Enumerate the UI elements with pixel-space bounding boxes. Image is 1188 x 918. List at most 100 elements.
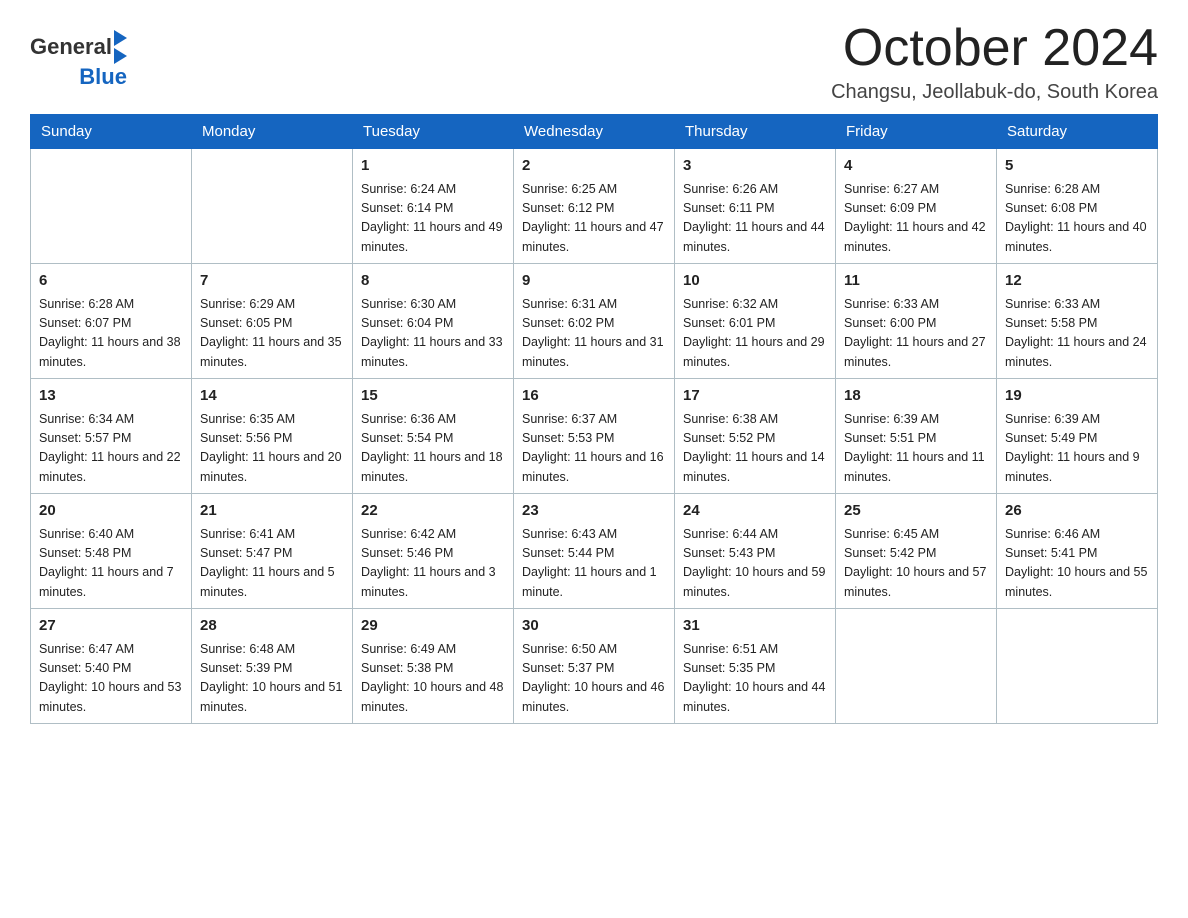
table-row: [997, 609, 1158, 724]
table-row: 28Sunrise: 6:48 AMSunset: 5:39 PMDayligh…: [192, 609, 353, 724]
table-row: 2Sunrise: 6:25 AMSunset: 6:12 PMDaylight…: [514, 149, 675, 264]
table-row: [836, 609, 997, 724]
day-number: 1: [361, 155, 505, 178]
day-info: Sunrise: 6:40 AMSunset: 5:48 PMDaylight:…: [39, 525, 183, 603]
day-number: 22: [361, 500, 505, 523]
day-info: Sunrise: 6:51 AMSunset: 5:35 PMDaylight:…: [683, 640, 827, 718]
page-header: General Blue October 2024 Changsu, Jeoll…: [30, 20, 1158, 104]
day-info: Sunrise: 6:35 AMSunset: 5:56 PMDaylight:…: [200, 410, 344, 488]
day-number: 9: [522, 270, 666, 293]
calendar-week-row: 6Sunrise: 6:28 AMSunset: 6:07 PMDaylight…: [31, 264, 1158, 379]
day-number: 23: [522, 500, 666, 523]
table-row: 10Sunrise: 6:32 AMSunset: 6:01 PMDayligh…: [675, 264, 836, 379]
table-row: 12Sunrise: 6:33 AMSunset: 5:58 PMDayligh…: [997, 264, 1158, 379]
day-info: Sunrise: 6:49 AMSunset: 5:38 PMDaylight:…: [361, 640, 505, 718]
page-subtitle: Changsu, Jeollabuk-do, South Korea: [831, 81, 1158, 104]
day-info: Sunrise: 6:38 AMSunset: 5:52 PMDaylight:…: [683, 410, 827, 488]
table-row: 31Sunrise: 6:51 AMSunset: 5:35 PMDayligh…: [675, 609, 836, 724]
header-tuesday: Tuesday: [353, 115, 514, 149]
day-number: 28: [200, 615, 344, 638]
day-info: Sunrise: 6:27 AMSunset: 6:09 PMDaylight:…: [844, 180, 988, 258]
day-info: Sunrise: 6:26 AMSunset: 6:11 PMDaylight:…: [683, 180, 827, 258]
table-row: 11Sunrise: 6:33 AMSunset: 6:00 PMDayligh…: [836, 264, 997, 379]
calendar-week-row: 1Sunrise: 6:24 AMSunset: 6:14 PMDaylight…: [31, 149, 1158, 264]
table-row: 30Sunrise: 6:50 AMSunset: 5:37 PMDayligh…: [514, 609, 675, 724]
day-number: 20: [39, 500, 183, 523]
day-number: 18: [844, 385, 988, 408]
day-info: Sunrise: 6:32 AMSunset: 6:01 PMDaylight:…: [683, 295, 827, 373]
logo-general-text: General: [30, 34, 112, 60]
day-number: 8: [361, 270, 505, 293]
header-thursday: Thursday: [675, 115, 836, 149]
calendar-header-row: Sunday Monday Tuesday Wednesday Thursday…: [31, 115, 1158, 149]
day-info: Sunrise: 6:28 AMSunset: 6:08 PMDaylight:…: [1005, 180, 1149, 258]
day-number: 11: [844, 270, 988, 293]
day-number: 14: [200, 385, 344, 408]
day-info: Sunrise: 6:39 AMSunset: 5:51 PMDaylight:…: [844, 410, 988, 488]
table-row: 18Sunrise: 6:39 AMSunset: 5:51 PMDayligh…: [836, 379, 997, 494]
logo-blue-text: Blue: [79, 64, 127, 89]
header-monday: Monday: [192, 115, 353, 149]
header-friday: Friday: [836, 115, 997, 149]
table-row: 25Sunrise: 6:45 AMSunset: 5:42 PMDayligh…: [836, 494, 997, 609]
header-sunday: Sunday: [31, 115, 192, 149]
day-number: 29: [361, 615, 505, 638]
table-row: 19Sunrise: 6:39 AMSunset: 5:49 PMDayligh…: [997, 379, 1158, 494]
calendar-week-row: 13Sunrise: 6:34 AMSunset: 5:57 PMDayligh…: [31, 379, 1158, 494]
table-row: 22Sunrise: 6:42 AMSunset: 5:46 PMDayligh…: [353, 494, 514, 609]
day-info: Sunrise: 6:50 AMSunset: 5:37 PMDaylight:…: [522, 640, 666, 718]
day-number: 27: [39, 615, 183, 638]
logo-icon: General Blue: [30, 30, 127, 90]
day-number: 24: [683, 500, 827, 523]
day-number: 26: [1005, 500, 1149, 523]
day-info: Sunrise: 6:45 AMSunset: 5:42 PMDaylight:…: [844, 525, 988, 603]
calendar-week-row: 27Sunrise: 6:47 AMSunset: 5:40 PMDayligh…: [31, 609, 1158, 724]
day-info: Sunrise: 6:28 AMSunset: 6:07 PMDaylight:…: [39, 295, 183, 373]
table-row: [31, 149, 192, 264]
table-row: 23Sunrise: 6:43 AMSunset: 5:44 PMDayligh…: [514, 494, 675, 609]
day-info: Sunrise: 6:24 AMSunset: 6:14 PMDaylight:…: [361, 180, 505, 258]
day-info: Sunrise: 6:39 AMSunset: 5:49 PMDaylight:…: [1005, 410, 1149, 488]
table-row: 7Sunrise: 6:29 AMSunset: 6:05 PMDaylight…: [192, 264, 353, 379]
table-row: 9Sunrise: 6:31 AMSunset: 6:02 PMDaylight…: [514, 264, 675, 379]
day-info: Sunrise: 6:47 AMSunset: 5:40 PMDaylight:…: [39, 640, 183, 718]
table-row: 24Sunrise: 6:44 AMSunset: 5:43 PMDayligh…: [675, 494, 836, 609]
page-title: October 2024: [831, 20, 1158, 77]
day-number: 10: [683, 270, 827, 293]
table-row: 27Sunrise: 6:47 AMSunset: 5:40 PMDayligh…: [31, 609, 192, 724]
day-number: 31: [683, 615, 827, 638]
table-row: 15Sunrise: 6:36 AMSunset: 5:54 PMDayligh…: [353, 379, 514, 494]
day-info: Sunrise: 6:36 AMSunset: 5:54 PMDaylight:…: [361, 410, 505, 488]
day-number: 4: [844, 155, 988, 178]
day-info: Sunrise: 6:46 AMSunset: 5:41 PMDaylight:…: [1005, 525, 1149, 603]
day-info: Sunrise: 6:25 AMSunset: 6:12 PMDaylight:…: [522, 180, 666, 258]
table-row: 13Sunrise: 6:34 AMSunset: 5:57 PMDayligh…: [31, 379, 192, 494]
day-info: Sunrise: 6:33 AMSunset: 6:00 PMDaylight:…: [844, 295, 988, 373]
day-number: 6: [39, 270, 183, 293]
day-number: 25: [844, 500, 988, 523]
day-info: Sunrise: 6:41 AMSunset: 5:47 PMDaylight:…: [200, 525, 344, 603]
table-row: 4Sunrise: 6:27 AMSunset: 6:09 PMDaylight…: [836, 149, 997, 264]
day-info: Sunrise: 6:37 AMSunset: 5:53 PMDaylight:…: [522, 410, 666, 488]
day-info: Sunrise: 6:34 AMSunset: 5:57 PMDaylight:…: [39, 410, 183, 488]
day-number: 13: [39, 385, 183, 408]
table-row: 3Sunrise: 6:26 AMSunset: 6:11 PMDaylight…: [675, 149, 836, 264]
table-row: 1Sunrise: 6:24 AMSunset: 6:14 PMDaylight…: [353, 149, 514, 264]
day-number: 16: [522, 385, 666, 408]
day-number: 2: [522, 155, 666, 178]
day-info: Sunrise: 6:42 AMSunset: 5:46 PMDaylight:…: [361, 525, 505, 603]
logo: General Blue: [30, 30, 129, 90]
day-info: Sunrise: 6:48 AMSunset: 5:39 PMDaylight:…: [200, 640, 344, 718]
day-info: Sunrise: 6:31 AMSunset: 6:02 PMDaylight:…: [522, 295, 666, 373]
calendar-table: Sunday Monday Tuesday Wednesday Thursday…: [30, 114, 1158, 724]
header-saturday: Saturday: [997, 115, 1158, 149]
table-row: 29Sunrise: 6:49 AMSunset: 5:38 PMDayligh…: [353, 609, 514, 724]
table-row: 16Sunrise: 6:37 AMSunset: 5:53 PMDayligh…: [514, 379, 675, 494]
day-number: 3: [683, 155, 827, 178]
calendar-week-row: 20Sunrise: 6:40 AMSunset: 5:48 PMDayligh…: [31, 494, 1158, 609]
day-info: Sunrise: 6:29 AMSunset: 6:05 PMDaylight:…: [200, 295, 344, 373]
day-info: Sunrise: 6:44 AMSunset: 5:43 PMDaylight:…: [683, 525, 827, 603]
day-number: 12: [1005, 270, 1149, 293]
day-number: 17: [683, 385, 827, 408]
table-row: 6Sunrise: 6:28 AMSunset: 6:07 PMDaylight…: [31, 264, 192, 379]
